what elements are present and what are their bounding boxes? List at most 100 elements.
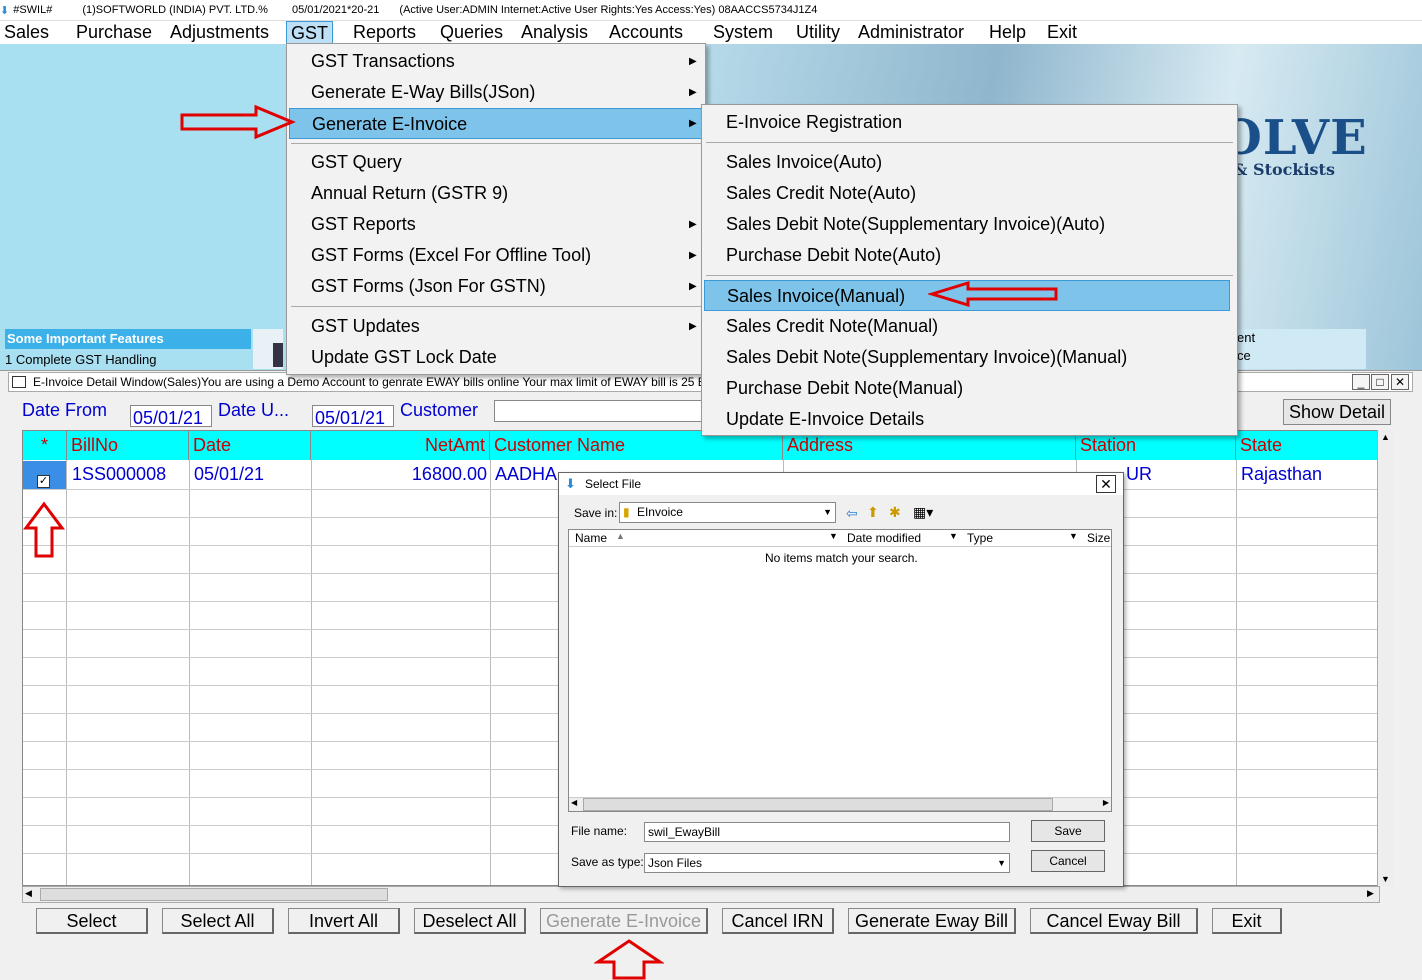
exit-button[interactable]: Exit xyxy=(1212,908,1282,934)
menu-item-update-gst-lock-date[interactable]: Update GST Lock Date xyxy=(289,342,703,373)
maximize-button[interactable]: □ xyxy=(1371,374,1389,390)
date-from-input[interactable]: 05/01/21 xyxy=(130,405,212,427)
filter-icon[interactable]: ▼ xyxy=(829,531,838,541)
show-detail-button[interactable]: Show Detail xyxy=(1283,399,1391,425)
filter-icon[interactable]: ▼ xyxy=(949,531,958,541)
menu-item-gst-transactions[interactable]: GST Transactions xyxy=(289,46,703,77)
menu-item-sales-invoice-auto[interactable]: Sales Invoice(Auto) xyxy=(704,147,1235,178)
session-status: (Active User:ADMIN Internet:Active User … xyxy=(399,4,818,16)
filter-icon[interactable]: ▼ xyxy=(1069,531,1078,541)
filename-input[interactable]: swil_EwayBill xyxy=(644,822,1010,842)
menu-utility[interactable]: Utility xyxy=(792,21,844,44)
menu-item-gst-forms-excel[interactable]: GST Forms (Excel For Offline Tool) xyxy=(289,240,703,271)
cell-date[interactable]: 05/01/21 xyxy=(194,464,264,485)
menu-purchase[interactable]: Purchase xyxy=(72,21,156,44)
menu-item-purchase-debit-note-manual[interactable]: Purchase Debit Note(Manual) xyxy=(704,373,1235,404)
cancel-irn-button[interactable]: Cancel IRN xyxy=(722,908,834,934)
gst-menu: GST Transactions ▶ Generate E-Way Bills(… xyxy=(286,43,706,375)
menu-item-sales-credit-note-manual[interactable]: Sales Credit Note(Manual) xyxy=(704,311,1235,342)
deselect-all-button[interactable]: Deselect All xyxy=(414,908,526,934)
features-line: 1 Complete GST Handling xyxy=(5,352,157,367)
menu-item-generate-eway-bills[interactable]: Generate E-Way Bills(JSon) xyxy=(289,77,703,108)
date-upto-input[interactable]: 05/01/21 xyxy=(312,405,394,427)
scroll-right-icon[interactable]: ▶ xyxy=(1103,798,1109,807)
menu-help[interactable]: Help xyxy=(985,21,1030,44)
menu-item-sales-debit-note-manual[interactable]: Sales Debit Note(Supplementary Invoice)(… xyxy=(704,342,1235,373)
save-button[interactable]: Save xyxy=(1031,820,1105,842)
menu-separator xyxy=(291,143,701,144)
menu-item-generate-einvoice[interactable]: Generate E-Invoice xyxy=(289,108,703,139)
submenu-arrow-icon: ▶ xyxy=(689,250,697,261)
cell-customer[interactable]: AADHA xyxy=(495,464,557,485)
file-list-header xyxy=(569,530,1111,547)
menu-system[interactable]: System xyxy=(709,21,777,44)
customer-input[interactable] xyxy=(494,400,704,422)
menu-queries[interactable]: Queries xyxy=(436,21,507,44)
menu-item-purchase-debit-note-auto[interactable]: Purchase Debit Note(Auto) xyxy=(704,240,1235,271)
select-all-button[interactable]: Select All xyxy=(162,908,274,934)
scroll-left-icon[interactable]: ◀ xyxy=(25,888,32,899)
cell-netamt[interactable]: 16800.00 xyxy=(316,464,487,485)
col-netamt[interactable]: NetAmt xyxy=(311,431,490,460)
col-date[interactable]: Date xyxy=(189,431,311,460)
submenu-arrow-icon: ▶ xyxy=(689,281,697,292)
cell-billno[interactable]: 1SS000008 xyxy=(72,464,166,485)
empty-message: No items match your search. xyxy=(765,551,918,565)
back-icon[interactable]: ⇦ xyxy=(846,505,858,522)
app-icon: ⬇ xyxy=(0,4,10,17)
file-list-hscrollbar[interactable]: ◀ ▶ xyxy=(569,797,1111,811)
invert-all-button[interactable]: Invert All xyxy=(288,908,400,934)
cell-state[interactable]: Rajasthan xyxy=(1241,464,1322,485)
menu-item-annual-return[interactable]: Annual Return (GSTR 9) xyxy=(289,178,703,209)
scroll-right-icon[interactable]: ▶ xyxy=(1367,888,1374,899)
dialog-close-button[interactable]: ✕ xyxy=(1096,475,1116,493)
menu-item-sales-credit-note-auto[interactable]: Sales Credit Note(Auto) xyxy=(704,178,1235,209)
scroll-down-icon[interactable]: ▼ xyxy=(1381,874,1390,884)
up-folder-icon[interactable]: ⬆ xyxy=(867,504,879,521)
cancel-button[interactable]: Cancel xyxy=(1031,850,1105,872)
new-folder-icon[interactable]: ✱ xyxy=(889,504,901,521)
menu-item-gst-forms-json[interactable]: GST Forms (Json For GSTN) xyxy=(289,271,703,302)
row-checkbox[interactable]: ✓ xyxy=(37,475,50,488)
menu-sales[interactable]: Sales xyxy=(0,21,53,44)
view-menu-icon[interactable]: ▦▾ xyxy=(913,504,933,521)
menu-adjustments[interactable]: Adjustments xyxy=(166,21,273,44)
menu-item-gst-updates[interactable]: GST Updates xyxy=(289,311,703,342)
menu-separator xyxy=(291,306,701,307)
generate-einvoice-button[interactable]: Generate E-Invoice xyxy=(540,908,708,934)
grid-line xyxy=(189,460,190,885)
menu-item-update-einvoice-details[interactable]: Update E-Invoice Details xyxy=(704,404,1235,435)
cell-station[interactable]: UR xyxy=(1126,464,1152,485)
scroll-left-icon[interactable]: ◀ xyxy=(571,798,577,807)
grid-vertical-scrollbar[interactable]: ▲ ▼ xyxy=(1377,430,1394,886)
menu-gst[interactable]: GST xyxy=(286,21,334,44)
filetype-value: Json Files xyxy=(648,856,703,870)
col-select[interactable]: * xyxy=(23,431,67,460)
menu-accounts[interactable]: Accounts xyxy=(605,21,687,44)
menu-reports[interactable]: Reports xyxy=(349,21,420,44)
menu-analysis[interactable]: Analysis xyxy=(517,21,592,44)
minimize-button[interactable]: _ xyxy=(1352,374,1370,390)
menu-administrator[interactable]: Administrator xyxy=(854,21,968,44)
close-window-button[interactable]: ✕ xyxy=(1391,374,1409,390)
col-type[interactable]: Type xyxy=(967,531,993,545)
filetype-select[interactable]: Json Files ▼ xyxy=(644,853,1010,873)
generate-eway-bill-button[interactable]: Generate Eway Bill xyxy=(848,908,1016,934)
col-size[interactable]: Size xyxy=(1087,531,1110,545)
col-state[interactable]: State xyxy=(1236,431,1377,460)
file-list[interactable] xyxy=(568,529,1112,812)
save-in-select[interactable]: ▮ EInvoice ▼ xyxy=(619,502,836,523)
menu-item-einvoice-registration[interactable]: E-Invoice Registration xyxy=(704,107,1235,138)
menu-item-sales-debit-note-auto[interactable]: Sales Debit Note(Supplementary Invoice)(… xyxy=(704,209,1235,240)
menu-exit[interactable]: Exit xyxy=(1043,21,1081,44)
hscroll-thumb[interactable] xyxy=(583,798,1053,811)
hscroll-thumb[interactable] xyxy=(40,888,388,901)
col-name[interactable]: Name xyxy=(575,531,607,545)
select-button[interactable]: Select xyxy=(36,908,148,934)
menu-item-gst-reports[interactable]: GST Reports xyxy=(289,209,703,240)
col-billno[interactable]: BillNo xyxy=(67,431,189,460)
cancel-eway-bill-button[interactable]: Cancel Eway Bill xyxy=(1030,908,1198,934)
scroll-up-icon[interactable]: ▲ xyxy=(1381,432,1390,442)
menu-item-gst-query[interactable]: GST Query xyxy=(289,147,703,178)
col-date-modified[interactable]: Date modified xyxy=(847,531,921,545)
